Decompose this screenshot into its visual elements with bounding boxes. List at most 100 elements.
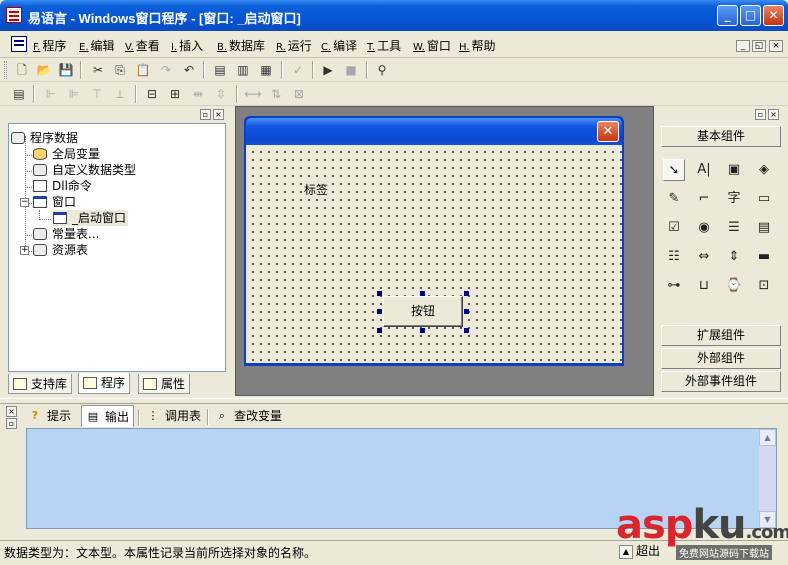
- combobox-tool-icon[interactable]: ☰: [723, 217, 745, 239]
- bottom-panel-restore-button[interactable]: ▫: [6, 418, 17, 429]
- menu-help[interactable]: H. 帮助: [459, 37, 496, 54]
- same-height-icon[interactable]: ⇅: [267, 85, 285, 103]
- maximize-button[interactable]: □: [740, 5, 761, 26]
- document-icon[interactable]: [11, 36, 27, 52]
- project-tree[interactable]: 程序数据 全局变量 自定义数据类型 Dll命令 − 窗口 _启动窗口 常量表..…: [8, 123, 226, 372]
- window-layout-1-icon[interactable]: ▤: [211, 61, 229, 79]
- same-size-icon[interactable]: ⊠: [290, 85, 308, 103]
- space-horizontal-icon[interactable]: ⇹: [189, 85, 207, 103]
- panel-restore-button[interactable]: ▫: [755, 109, 766, 120]
- check-icon[interactable]: ✓: [289, 61, 307, 79]
- pointer-tool-icon[interactable]: ➘: [663, 159, 685, 181]
- external-components-button[interactable]: 外部组件: [661, 348, 781, 369]
- undo-icon[interactable]: ↶: [180, 61, 198, 79]
- new-file-icon[interactable]: 🗋: [13, 61, 31, 79]
- menu-compile[interactable]: C. 编译: [321, 37, 357, 54]
- timer-tool-icon[interactable]: ⌚: [723, 275, 745, 297]
- external-event-components-button[interactable]: 外部事件组件: [661, 371, 781, 392]
- stop-icon[interactable]: ■: [342, 61, 360, 79]
- menu-view[interactable]: V. 查看: [125, 37, 160, 54]
- groupbox-tool-icon[interactable]: ⌐: [693, 188, 715, 210]
- listbox-tool-icon[interactable]: ▤: [753, 217, 775, 239]
- resize-handle[interactable]: [420, 328, 425, 333]
- dialog-tool-icon[interactable]: ⊡: [753, 275, 775, 297]
- paste-icon[interactable]: 📋: [134, 61, 152, 79]
- align-left-icon[interactable]: ⊩: [42, 85, 60, 103]
- tree-item-dll-commands[interactable]: Dll命令: [33, 178, 92, 194]
- mdi-close-button[interactable]: ×: [769, 40, 783, 52]
- center-vertical-icon[interactable]: ⊞: [166, 85, 184, 103]
- redo-icon[interactable]: ↷: [157, 61, 175, 79]
- form-close-button[interactable]: ✕: [597, 121, 619, 142]
- tree-item-global-vars[interactable]: 全局变量: [33, 146, 100, 162]
- tab-program[interactable]: 程序: [78, 373, 131, 394]
- space-vertical-icon[interactable]: ⇳: [212, 85, 230, 103]
- menu-database[interactable]: B. 数据库: [217, 37, 265, 54]
- mdi-restore-button[interactable]: ◱: [752, 40, 766, 52]
- window-layout-2-icon[interactable]: ▥: [234, 61, 252, 79]
- tree-item-constants[interactable]: 常量表...: [33, 226, 99, 242]
- resize-handle[interactable]: [464, 328, 469, 333]
- center-horizontal-icon[interactable]: ⊟: [143, 85, 161, 103]
- tree-item-start-window[interactable]: _启动窗口: [53, 210, 129, 226]
- align-bottom-icon[interactable]: ⊥: [111, 85, 129, 103]
- bottom-panel-close-button[interactable]: ×: [6, 406, 17, 417]
- menu-insert[interactable]: I. 插入: [171, 37, 203, 54]
- menu-edit[interactable]: E. 编辑: [79, 37, 115, 54]
- hscroll-tool-icon[interactable]: ⇔: [693, 246, 715, 268]
- menu-run[interactable]: R. 运行: [276, 37, 312, 54]
- form-body[interactable]: [246, 145, 622, 363]
- resize-handle[interactable]: [464, 291, 469, 296]
- cut-icon[interactable]: ✂: [89, 61, 107, 79]
- basic-components-button[interactable]: 基本组件: [661, 126, 781, 147]
- picture-tool-icon[interactable]: ▣: [723, 159, 745, 181]
- shape-tool-icon[interactable]: ◈: [753, 159, 775, 181]
- align-top-icon[interactable]: ⊤: [88, 85, 106, 103]
- run-icon[interactable]: ▶: [319, 61, 337, 79]
- menu-program[interactable]: F. 程序: [33, 37, 66, 54]
- tree-root[interactable]: 程序数据: [11, 130, 78, 146]
- form-title-bar[interactable]: [246, 118, 622, 145]
- component-box-icon[interactable]: ▤: [10, 85, 28, 103]
- resize-handle[interactable]: [377, 291, 382, 296]
- panel-close-button[interactable]: ×: [768, 109, 779, 120]
- button-tool-icon[interactable]: ▭: [753, 188, 775, 210]
- vscroll-tool-icon[interactable]: ⇕: [723, 246, 745, 268]
- tab-support-library[interactable]: 支持库: [8, 374, 73, 394]
- debug-icon[interactable]: ⚲: [373, 61, 391, 79]
- resize-handle[interactable]: [377, 309, 382, 314]
- tab-output[interactable]: ▤ 输出: [81, 405, 135, 427]
- resize-handle[interactable]: [420, 291, 425, 296]
- same-width-icon[interactable]: ⟷: [244, 85, 262, 103]
- align-right-icon[interactable]: ⊫: [65, 85, 83, 103]
- menu-tools[interactable]: T. 工具: [367, 37, 401, 54]
- toolbar-grip[interactable]: [4, 61, 7, 79]
- close-button[interactable]: ✕: [763, 5, 784, 26]
- tab-tool-icon[interactable]: ⊔: [693, 275, 715, 297]
- edit-tool-icon[interactable]: ✎: [663, 188, 685, 210]
- button-component[interactable]: 按钮: [383, 296, 463, 327]
- radio-tool-icon[interactable]: ◉: [693, 217, 715, 239]
- tree-item-windows[interactable]: 窗口: [33, 194, 76, 210]
- panel-close-button[interactable]: ×: [213, 109, 224, 120]
- window-layout-3-icon[interactable]: ▦: [257, 61, 275, 79]
- save-icon[interactable]: 💾: [57, 61, 75, 79]
- scroll-up-button[interactable]: ▲: [759, 429, 776, 446]
- tree-item-resources[interactable]: 资源表: [33, 242, 88, 258]
- open-folder-icon[interactable]: 📂: [35, 61, 53, 79]
- panel-restore-button[interactable]: ▫: [200, 109, 211, 120]
- resize-handle[interactable]: [377, 328, 382, 333]
- slider-tool-icon[interactable]: ⊶: [663, 275, 685, 297]
- extended-components-button[interactable]: 扩展组件: [661, 325, 781, 346]
- checkbox-tool-icon[interactable]: ☑: [663, 217, 685, 239]
- tab-call-stack[interactable]: ⋮ 调用表: [142, 405, 205, 427]
- progress-tool-icon[interactable]: ▬: [753, 246, 775, 268]
- copy-icon[interactable]: ⎘: [111, 61, 129, 79]
- tree-item-custom-types[interactable]: 自定义数据类型: [33, 162, 136, 178]
- minimize-button[interactable]: _: [717, 5, 738, 26]
- label-component[interactable]: 标签: [303, 181, 330, 198]
- text-tool-icon[interactable]: 字: [723, 188, 745, 210]
- tab-properties[interactable]: 属性: [138, 374, 191, 394]
- selectlist-tool-icon[interactable]: ☷: [663, 246, 685, 268]
- menu-window[interactable]: W. 窗口: [413, 37, 451, 54]
